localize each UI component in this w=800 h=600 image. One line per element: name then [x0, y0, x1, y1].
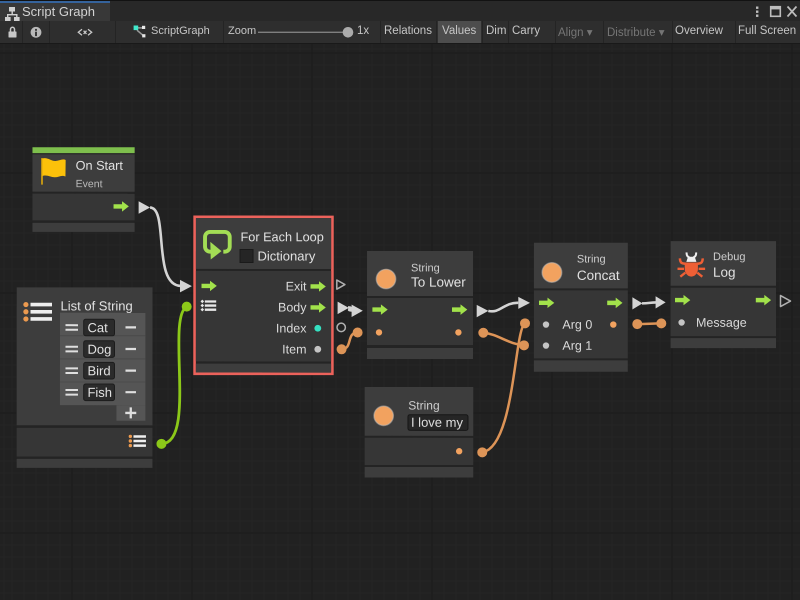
- svg-text:Message: Message: [696, 316, 747, 330]
- svg-text:String: String: [577, 253, 606, 265]
- svg-text:Index: Index: [276, 321, 307, 335]
- svg-text:Event: Event: [76, 178, 103, 190]
- svg-text:Arg 1: Arg 1: [562, 339, 592, 353]
- svg-text:Fish: Fish: [87, 385, 112, 400]
- svg-text:Exit: Exit: [286, 279, 307, 293]
- svg-text:Debug: Debug: [713, 251, 745, 263]
- svg-text:String: String: [408, 399, 439, 413]
- svg-text:Item: Item: [282, 342, 306, 356]
- svg-text:To Lower: To Lower: [411, 275, 466, 290]
- svg-text:Arg 0: Arg 0: [562, 318, 592, 332]
- svg-text:Concat: Concat: [577, 268, 620, 283]
- svg-text:Log: Log: [713, 265, 736, 280]
- svg-text:Cat: Cat: [87, 320, 108, 335]
- svg-text:Body: Body: [278, 300, 307, 314]
- svg-text:String: String: [411, 262, 440, 274]
- svg-text:For Each Loop: For Each Loop: [241, 230, 324, 244]
- svg-text:Dictionary: Dictionary: [258, 248, 316, 263]
- svg-text:I love my: I love my: [411, 415, 464, 430]
- svg-text:List of String: List of String: [61, 298, 133, 313]
- svg-text:On Start: On Start: [76, 159, 124, 173]
- svg-text:Dog: Dog: [87, 342, 111, 357]
- svg-text:Bird: Bird: [87, 363, 110, 378]
